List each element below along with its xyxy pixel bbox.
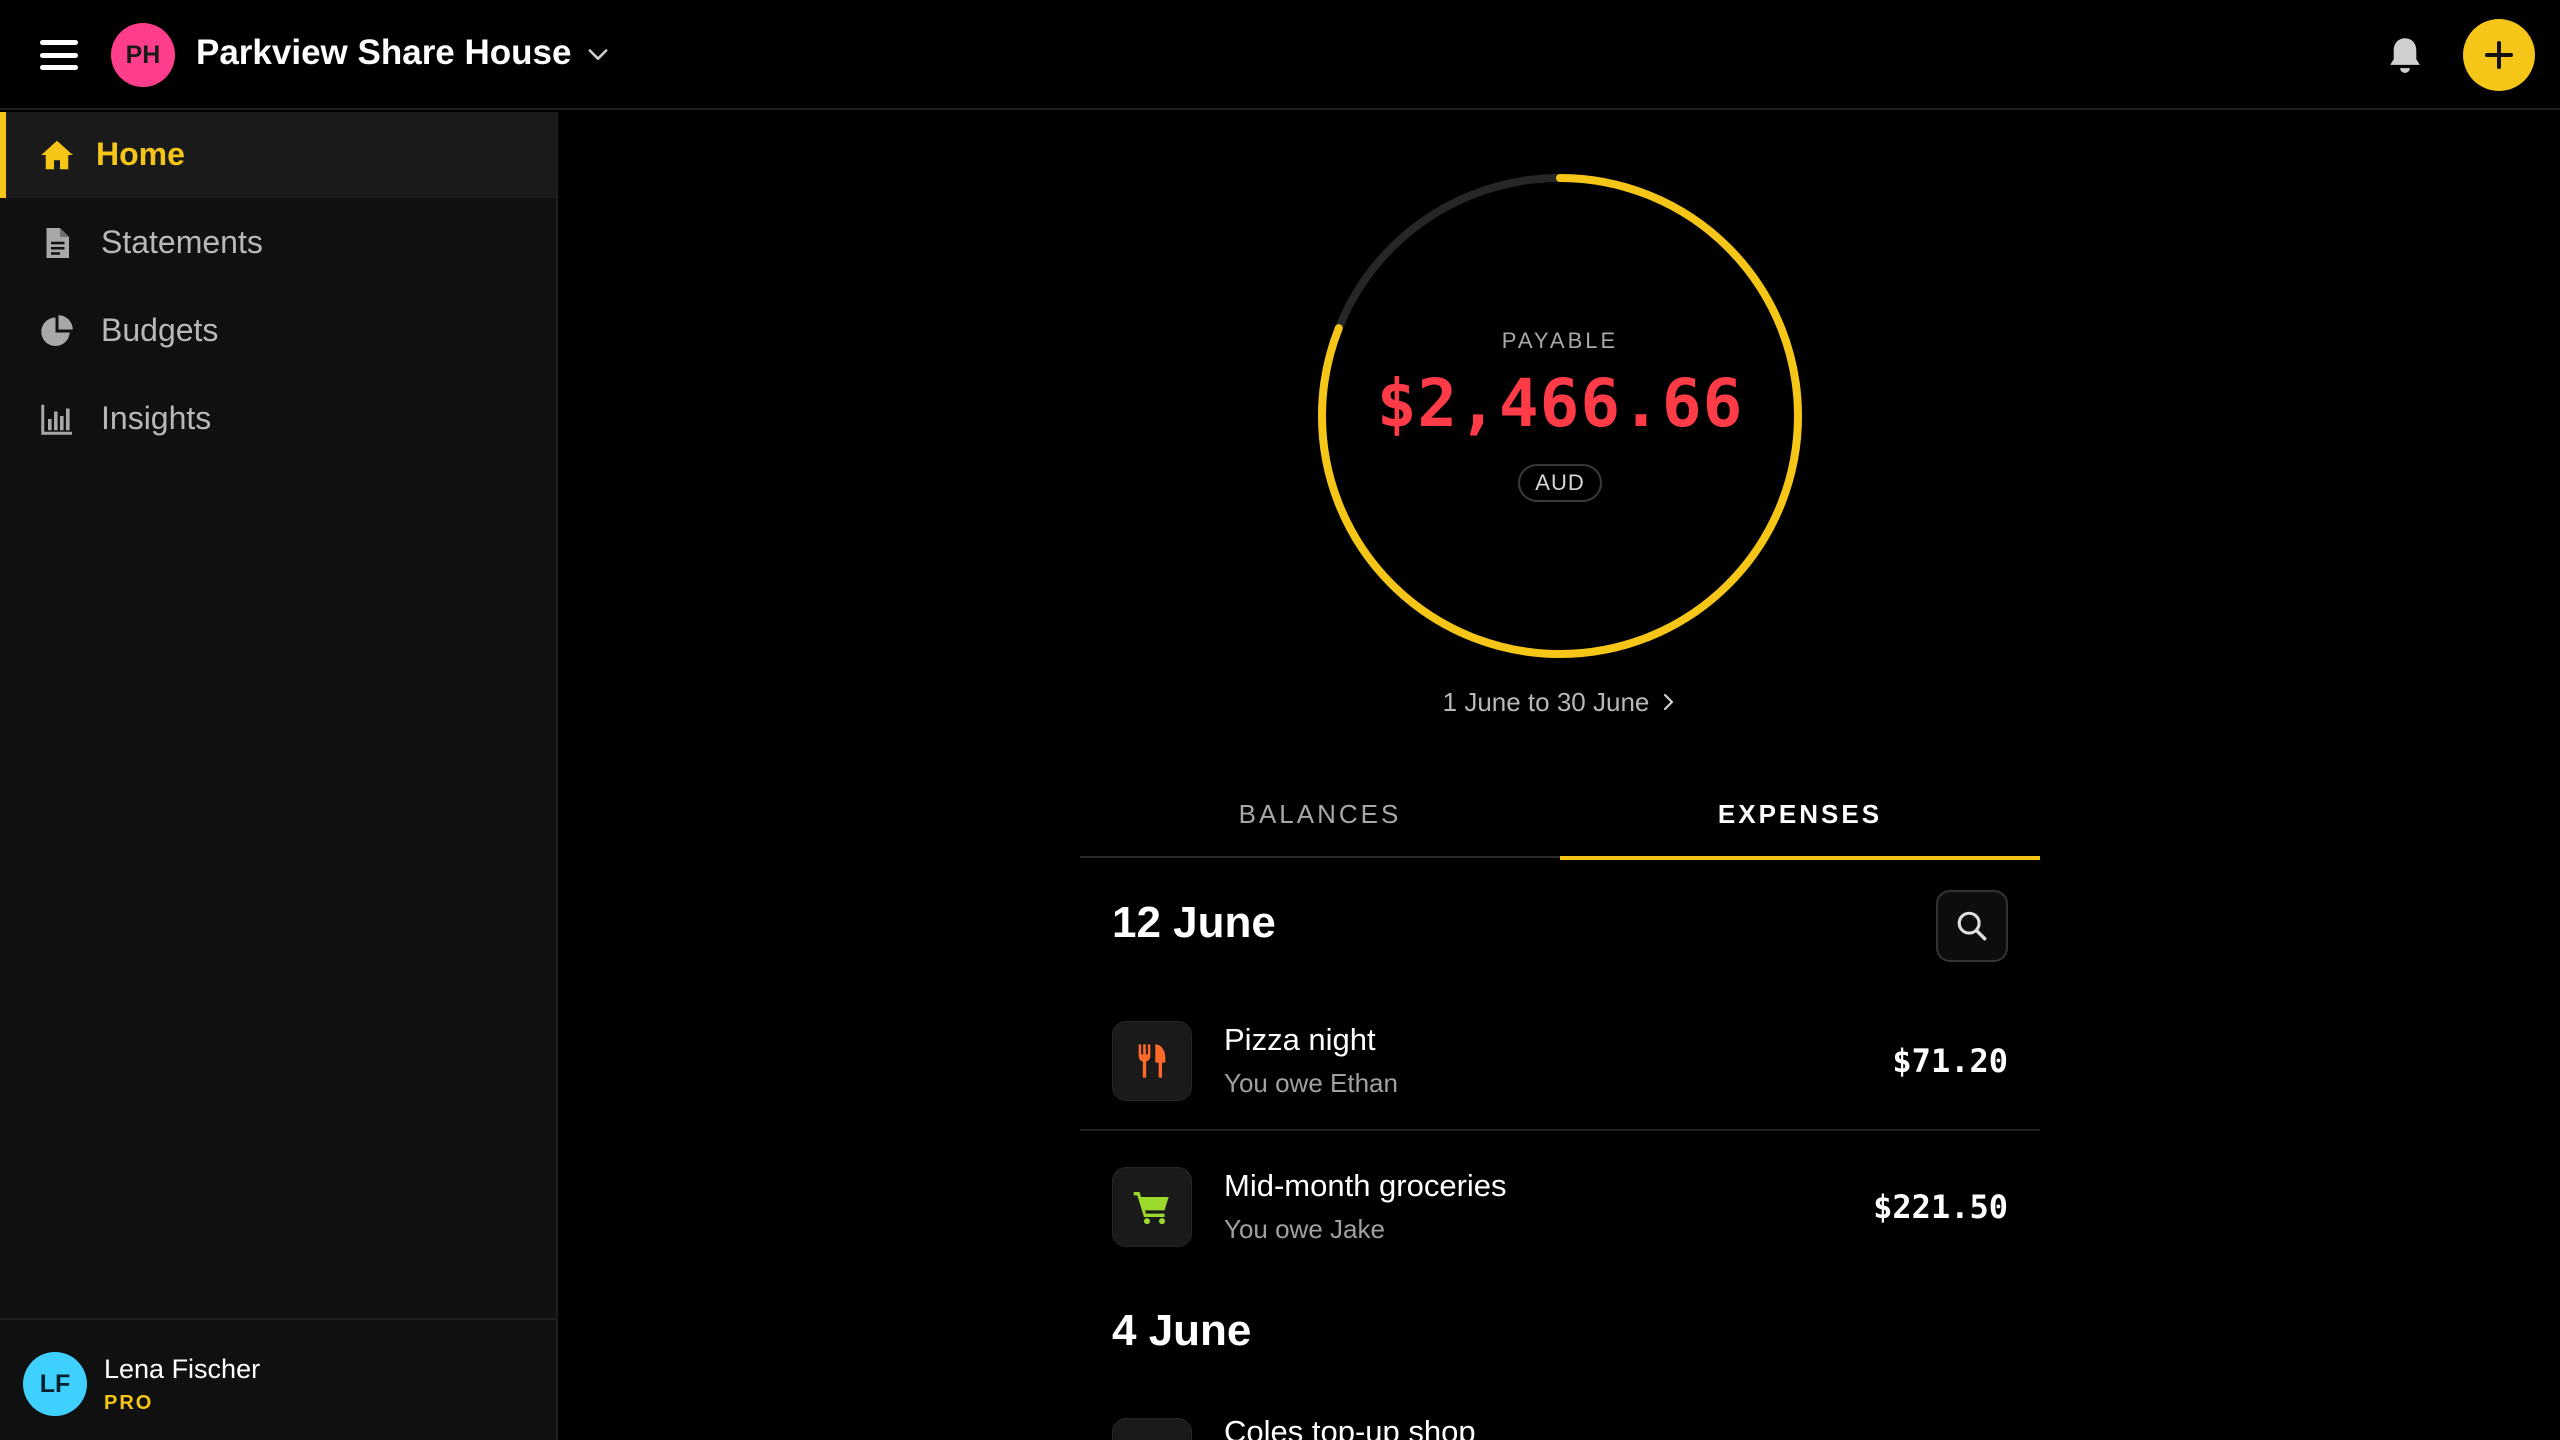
expense-amount: $221.50 <box>1873 1188 2008 1226</box>
sidebar-item-label: Insights <box>101 400 212 436</box>
plus-icon <box>2485 41 2513 69</box>
expense-subtitle: You owe Ethan <box>1224 1068 1398 1098</box>
tab-balances[interactable]: BALANCES <box>1080 770 1560 858</box>
add-expense-button[interactable] <box>2463 19 2535 91</box>
menu-icon[interactable] <box>40 37 78 73</box>
sidebar-item-label: Budgets <box>101 312 219 348</box>
expense-title: Mid-month groceries <box>1224 1168 1507 1203</box>
bar-chart-icon <box>41 404 72 435</box>
top-bar: PH Parkview Share House <box>0 0 2560 110</box>
user-plan-badge: PRO <box>104 1392 154 1414</box>
user-profile[interactable]: LF Lena Fischer PRO <box>0 1318 556 1440</box>
payable-caption: PAYABLE <box>1501 328 1619 353</box>
expense-title: Pizza night <box>1224 1022 1376 1057</box>
sidebar-item-label: Home <box>96 136 185 172</box>
cutlery-icon <box>1138 1044 1166 1078</box>
sidebar-item-statements[interactable]: Statements <box>0 200 556 286</box>
sidebar: Home Statements Budgets Insights LF Lena… <box>0 112 558 1440</box>
expense-category-tile <box>1112 1418 1192 1440</box>
tab-expenses[interactable]: EXPENSES <box>1560 770 2040 860</box>
expense-category-tile <box>1112 1167 1192 1247</box>
sidebar-item-label: Statements <box>101 224 263 260</box>
avatar: LF <box>23 1352 87 1416</box>
sidebar-item-budgets[interactable]: Budgets <box>0 288 556 374</box>
group-avatar[interactable]: PH <box>111 23 175 87</box>
expense-amount: $71.20 <box>1892 1042 2008 1080</box>
date-heading: 4 June <box>1112 1306 1252 1355</box>
period-label: 1 June to 30 June <box>1442 686 1650 717</box>
tab-bar: BALANCES EXPENSES <box>1080 770 2040 860</box>
pie-chart-icon <box>41 315 73 346</box>
bell-icon[interactable] <box>2385 35 2425 77</box>
expense-subtitle: You owe Jake <box>1224 1214 1385 1244</box>
group-title[interactable]: Parkview Share House <box>196 33 571 73</box>
list-item[interactable]: Coles top-up shop <box>1080 1380 2040 1440</box>
search-icon <box>1957 911 1987 941</box>
expense-title: Coles top-up shop <box>1224 1414 1476 1440</box>
shopping-cart-icon <box>1133 1192 1169 1225</box>
payable-amount: $2,466.66 <box>1376 365 1744 442</box>
list-item[interactable]: Pizza night You owe Ethan $71.20 <box>1080 986 2040 1131</box>
list-item[interactable]: Mid-month groceries You owe Jake $221.50 <box>1080 1132 2040 1277</box>
period-selector[interactable]: 1 June to 30 June <box>1400 682 1720 722</box>
expense-category-tile <box>1112 1021 1192 1101</box>
date-heading: 12 June <box>1112 898 1276 947</box>
chevron-down-icon[interactable] <box>584 40 612 68</box>
document-icon <box>46 228 69 258</box>
currency-badge: AUD <box>1518 464 1602 502</box>
user-name: Lena Fischer <box>104 1354 261 1384</box>
sidebar-item-insights[interactable]: Insights <box>0 376 556 462</box>
search-button[interactable] <box>1936 890 2008 962</box>
chevron-right-icon <box>1664 693 1674 711</box>
sidebar-item-home[interactable]: Home <box>0 112 556 198</box>
home-icon <box>41 140 73 170</box>
